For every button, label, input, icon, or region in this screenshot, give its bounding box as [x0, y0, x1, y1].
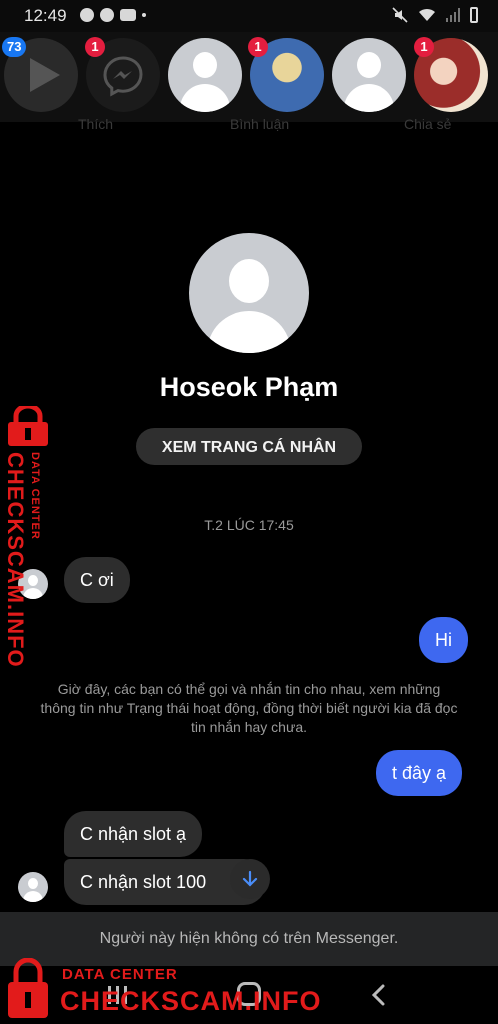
avatar-head-shape: [229, 259, 269, 303]
messenger-notification-icon-2: [100, 8, 114, 22]
notification-icons: [80, 8, 146, 22]
profile-avatar[interactable]: [189, 233, 309, 353]
back-icon[interactable]: [368, 983, 390, 1007]
background-share-action: Chia sẻ: [404, 116, 452, 132]
background-comment-action: Bình luận: [230, 116, 290, 132]
avatar-head-shape: [28, 878, 38, 889]
wifi-icon: [419, 8, 435, 21]
battery-icon: [470, 7, 478, 23]
avatar-head-shape: [357, 52, 381, 78]
messenger-info-text: Giờ đây, các bạn có thể gọi và nhắn tin …: [40, 681, 458, 735]
lock-icon: [8, 958, 48, 1018]
incoming-message[interactable]: C ơi: [64, 557, 130, 603]
chat-head-badge: 1: [85, 37, 105, 57]
status-time: 12:49: [24, 6, 67, 25]
messenger-notification-icon: [80, 8, 94, 22]
avatar-body-shape: [344, 84, 394, 112]
avatar-body-shape: [23, 891, 43, 902]
unavailable-notice: Người này hiện không có trên Messenger.: [0, 912, 498, 966]
avatar-head-shape: [28, 575, 38, 586]
incoming-message[interactable]: C nhận slot ạ: [64, 811, 203, 857]
watermark-site-vertical: CHECKSCAM.INFO: [3, 452, 28, 668]
sender-avatar: [18, 872, 48, 902]
mute-icon: [392, 7, 408, 23]
lazada-notification-icon: [120, 9, 136, 21]
chat-head-default-avatar[interactable]: [332, 38, 406, 112]
avatar-body-shape: [207, 311, 291, 353]
chat-heads-row: 73 1 1 1: [0, 32, 498, 122]
chat-head-badge: 73: [2, 37, 27, 57]
play-icon: [30, 58, 60, 92]
watermark-label-vertical: DATA CENTER: [29, 452, 41, 540]
conversation-timestamp: T.2 LÚC 17:45: [204, 517, 294, 533]
outgoing-message[interactable]: Hi: [419, 617, 468, 663]
lock-icon: [8, 406, 48, 446]
chat-head-default-avatar[interactable]: [168, 38, 242, 112]
chat-head-badge: 1: [414, 37, 434, 57]
background-like-action: Thích: [78, 116, 114, 132]
watermark-label: DATA CENTER: [62, 966, 178, 983]
view-profile-button[interactable]: XEM TRANG CÁ NHÂN: [136, 428, 362, 465]
profile-name: Hoseok Phạm: [159, 372, 339, 402]
outgoing-message[interactable]: t đây ạ: [376, 750, 463, 796]
chat-head-badge: 1: [248, 37, 268, 57]
arrow-down-icon: [242, 870, 258, 887]
avatar-body-shape: [180, 84, 230, 112]
more-notifications-dot-icon: [142, 13, 146, 17]
scroll-to-bottom-button[interactable]: [230, 859, 270, 899]
watermark-site: CHECKSCAM.INFO: [60, 986, 322, 1016]
avatar-head-shape: [193, 52, 217, 78]
signal-icon: [446, 8, 460, 22]
status-bar: 12:49: [0, 0, 498, 32]
